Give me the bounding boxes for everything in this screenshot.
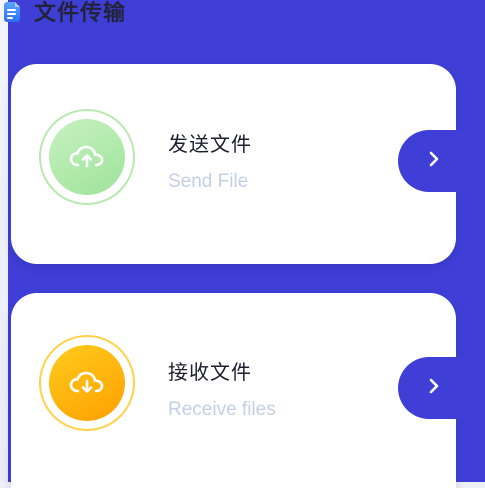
page-header: 文件传输 [4, 0, 126, 28]
send-file-card[interactable]: 发送文件 Send File [11, 64, 456, 264]
chevron-right-icon [428, 377, 440, 399]
send-icon-ring [39, 109, 135, 205]
document-icon [4, 2, 20, 22]
send-file-title: 发送文件 [168, 132, 252, 156]
receive-file-title: 接收文件 [168, 360, 252, 384]
cloud-download-icon [69, 371, 105, 395]
send-file-arrow-button[interactable] [398, 130, 485, 192]
receive-file-card[interactable]: 接收文件 Receive files [11, 293, 456, 488]
chevron-right-icon [428, 150, 440, 172]
receive-file-subtitle: Receive files [168, 399, 276, 420]
receive-icon-circle [49, 345, 125, 421]
receive-file-arrow-button[interactable] [398, 357, 485, 419]
page-title: 文件传输 [34, 1, 127, 26]
send-icon-circle [49, 119, 125, 195]
cloud-upload-icon [69, 145, 105, 169]
page-side-background [0, 0, 8, 488]
receive-icon-ring [39, 335, 135, 431]
send-file-subtitle: Send File [168, 171, 249, 192]
